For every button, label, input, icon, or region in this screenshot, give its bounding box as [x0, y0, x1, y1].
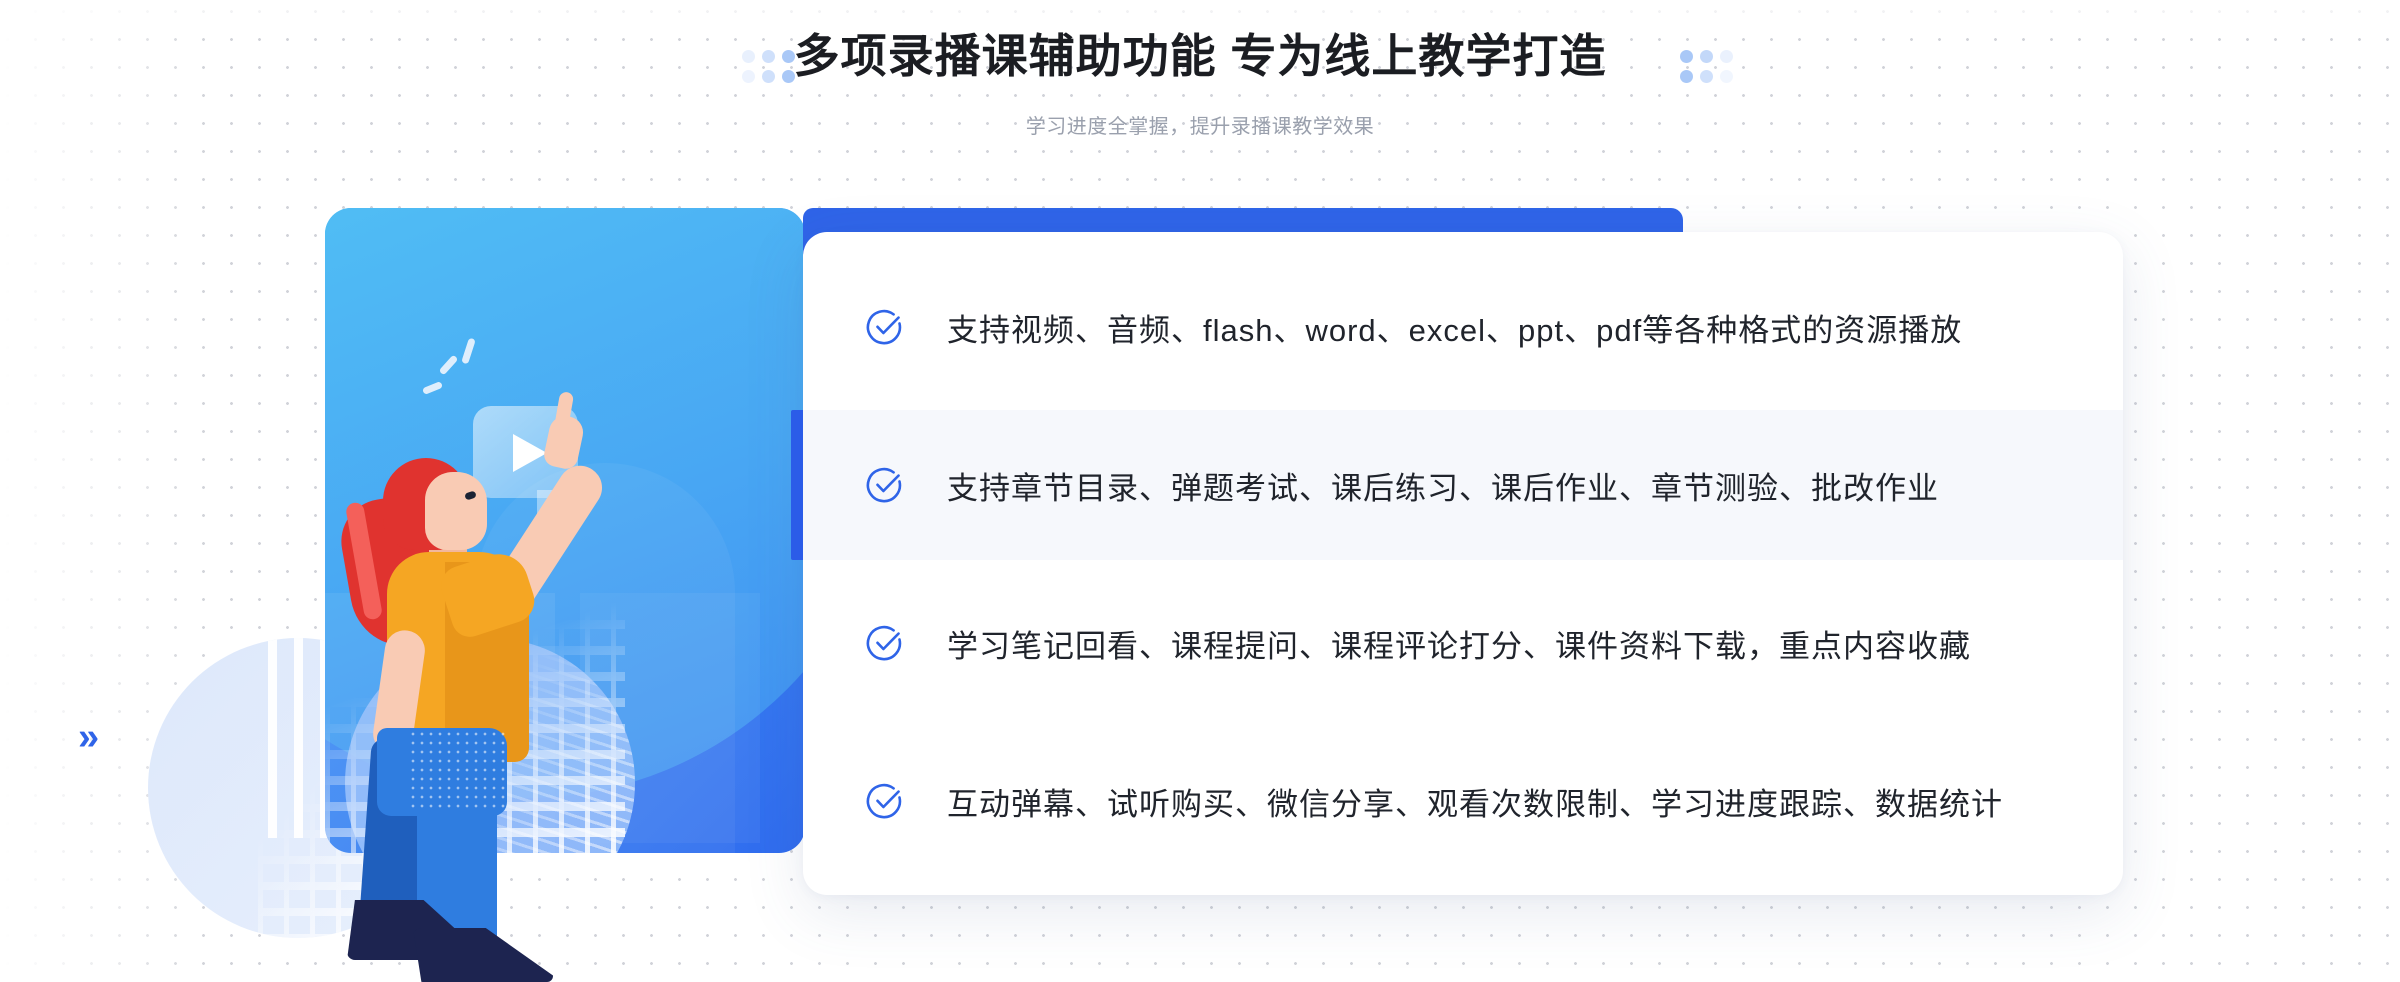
feature-row[interactable]: 支持章节目录、弹题考试、课后练习、课后作业、章节测验、批改作业 [803, 410, 2123, 560]
feature-text: 学习笔记回看、课程提问、课程评论打分、课件资料下载，重点内容收藏 [947, 628, 1971, 664]
feature-row[interactable]: 支持视频、音频、flash、word、excel、ppt、pdf等各种格式的资源… [803, 252, 2123, 402]
feature-list-card: 支持视频、音频、flash、word、excel、ppt、pdf等各种格式的资源… [791, 232, 2123, 895]
woman-pointing-up-illustration [325, 380, 611, 982]
hero-section: » « [0, 0, 2400, 982]
check-circle-icon [865, 781, 905, 821]
feature-row[interactable]: 学习笔记回看、课程提问、课程评论打分、课件资料下载，重点内容收藏 [803, 568, 2123, 718]
shorts-texture [411, 732, 505, 808]
face [425, 472, 487, 550]
check-circle-icon [865, 623, 905, 663]
feature-text: 支持视频、音频、flash、word、excel、ppt、pdf等各种格式的资源… [947, 312, 1963, 348]
feature-text: 支持章节目录、弹题考试、课后练习、课后作业、章节测验、批改作业 [947, 470, 1939, 506]
feature-text: 互动弹幕、试听购买、微信分享、观看次数限制、学习进度跟踪、数据统计 [947, 786, 2003, 822]
check-circle-icon [865, 307, 905, 347]
check-circle-icon [865, 465, 905, 505]
double-chevron-right-icon: » [78, 716, 100, 758]
feature-row[interactable]: 互动弹幕、试听购买、微信分享、观看次数限制、学习进度跟踪、数据统计 [803, 726, 2123, 876]
